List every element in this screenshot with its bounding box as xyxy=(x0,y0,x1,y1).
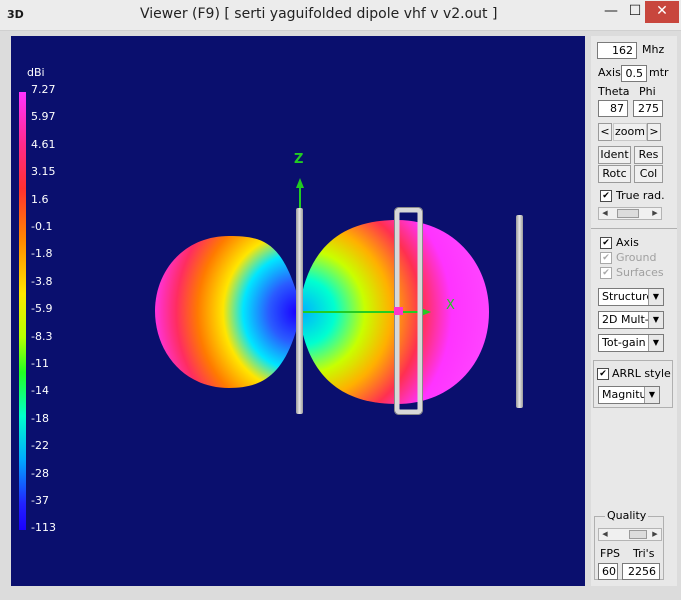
app-3d-icon: 3D xyxy=(7,8,24,21)
magnitude-select-value: Magnitu xyxy=(602,388,647,401)
axis-checkbox[interactable]: ✔ xyxy=(600,237,612,249)
rotc-button[interactable]: Rotc xyxy=(598,165,631,183)
z-axis-label: Z xyxy=(294,152,304,167)
radiation-pattern xyxy=(155,178,523,415)
structure-select[interactable]: Structure ▼ xyxy=(598,288,664,306)
slider-left-arrow-icon[interactable]: ◀ xyxy=(599,208,611,219)
close-button[interactable]: ✕ xyxy=(645,1,679,23)
slider-right-arrow-icon[interactable]: ▶ xyxy=(649,529,661,540)
axis-size-unit: mtr xyxy=(649,66,669,79)
zoom-label: zoom xyxy=(613,123,647,141)
axis-checkbox-label: Axis xyxy=(616,236,639,249)
true-rad-checkbox[interactable]: ✔ xyxy=(600,190,612,202)
axis-size-field[interactable]: 0.5 xyxy=(621,65,647,82)
res-button[interactable]: Res xyxy=(634,146,663,164)
reflector-element xyxy=(296,208,303,414)
slider-left-arrow-icon[interactable]: ◀ xyxy=(599,529,611,540)
surfaces-label: Surfaces xyxy=(616,266,664,279)
x-axis-label: X xyxy=(446,298,455,313)
minimize-button[interactable]: — xyxy=(597,1,625,23)
plot-mode-select-value: 2D Mult-c xyxy=(602,313,655,326)
chevron-down-icon: ▼ xyxy=(648,312,663,328)
director-element xyxy=(516,215,523,408)
z-axis-arrow xyxy=(296,178,304,188)
quality-slider[interactable]: ◀ ▶ xyxy=(598,528,662,541)
magnitude-select[interactable]: Magnitu ▼ xyxy=(598,386,660,404)
control-panel: 162 Mhz Axis 0.5 mtr Theta Phi 87 275 < … xyxy=(591,36,677,586)
chevron-down-icon: ▼ xyxy=(648,335,663,351)
slider-right-arrow-icon[interactable]: ▶ xyxy=(649,208,661,219)
maximize-button[interactable]: ☐ xyxy=(625,1,645,23)
zoom-in-button[interactable]: > xyxy=(647,123,661,141)
3d-viewport[interactable]: dBi 7.27 5.97 4.61 3.15 1.6 -0.1 -1.8 -3.8 -5.9-… xyxy=(11,36,585,586)
ground-label: Ground xyxy=(616,251,657,264)
frequency-field[interactable]: 162 xyxy=(597,42,637,59)
col-button[interactable]: Col xyxy=(634,165,663,183)
plot-mode-select[interactable]: 2D Mult-c ▼ xyxy=(598,311,664,329)
divider xyxy=(591,228,677,229)
arrl-style-checkbox[interactable]: ✔ xyxy=(597,368,609,380)
window-title: Viewer (F9) [ serti yaguifolded dipole v… xyxy=(140,6,498,22)
gain-select-value: Tot-gain xyxy=(602,336,646,349)
gain-select[interactable]: Tot-gain ▼ xyxy=(598,334,664,352)
surfaces-checkbox[interactable]: ✔ xyxy=(600,267,612,279)
structure-select-value: Structure xyxy=(602,290,654,303)
quality-label: Quality xyxy=(605,509,649,522)
slider-thumb[interactable] xyxy=(617,209,639,218)
fps-value: 60 xyxy=(598,563,618,580)
fps-label: FPS xyxy=(600,547,620,560)
phi-label: Phi xyxy=(639,85,656,98)
theta-label: Theta xyxy=(598,85,630,98)
chevron-down-icon: ▼ xyxy=(648,289,663,305)
ground-checkbox[interactable]: ✔ xyxy=(600,252,612,264)
zoom-out-button[interactable]: < xyxy=(598,123,612,141)
chevron-down-icon: ▼ xyxy=(644,387,659,403)
axis-size-label: Axis xyxy=(598,66,621,79)
frequency-unit: Mhz xyxy=(642,43,665,56)
true-rad-label: True rad. xyxy=(616,189,665,202)
slider-thumb[interactable] xyxy=(629,530,647,539)
title-bar: 3D Viewer (F9) [ serti yaguifolded dipol… xyxy=(0,0,681,31)
feed-point xyxy=(394,307,403,315)
left-lobe xyxy=(155,236,297,388)
phi-field[interactable]: 275 xyxy=(633,100,663,117)
tris-label: Tri's xyxy=(633,547,655,560)
true-rad-slider[interactable]: ◀ ▶ xyxy=(598,207,662,220)
status-strip xyxy=(0,586,681,600)
theta-field[interactable]: 87 xyxy=(598,100,628,117)
arrl-style-label: ARRL style xyxy=(612,367,671,380)
tris-value: 2256 xyxy=(622,563,660,580)
ident-button[interactable]: Ident xyxy=(598,146,631,164)
